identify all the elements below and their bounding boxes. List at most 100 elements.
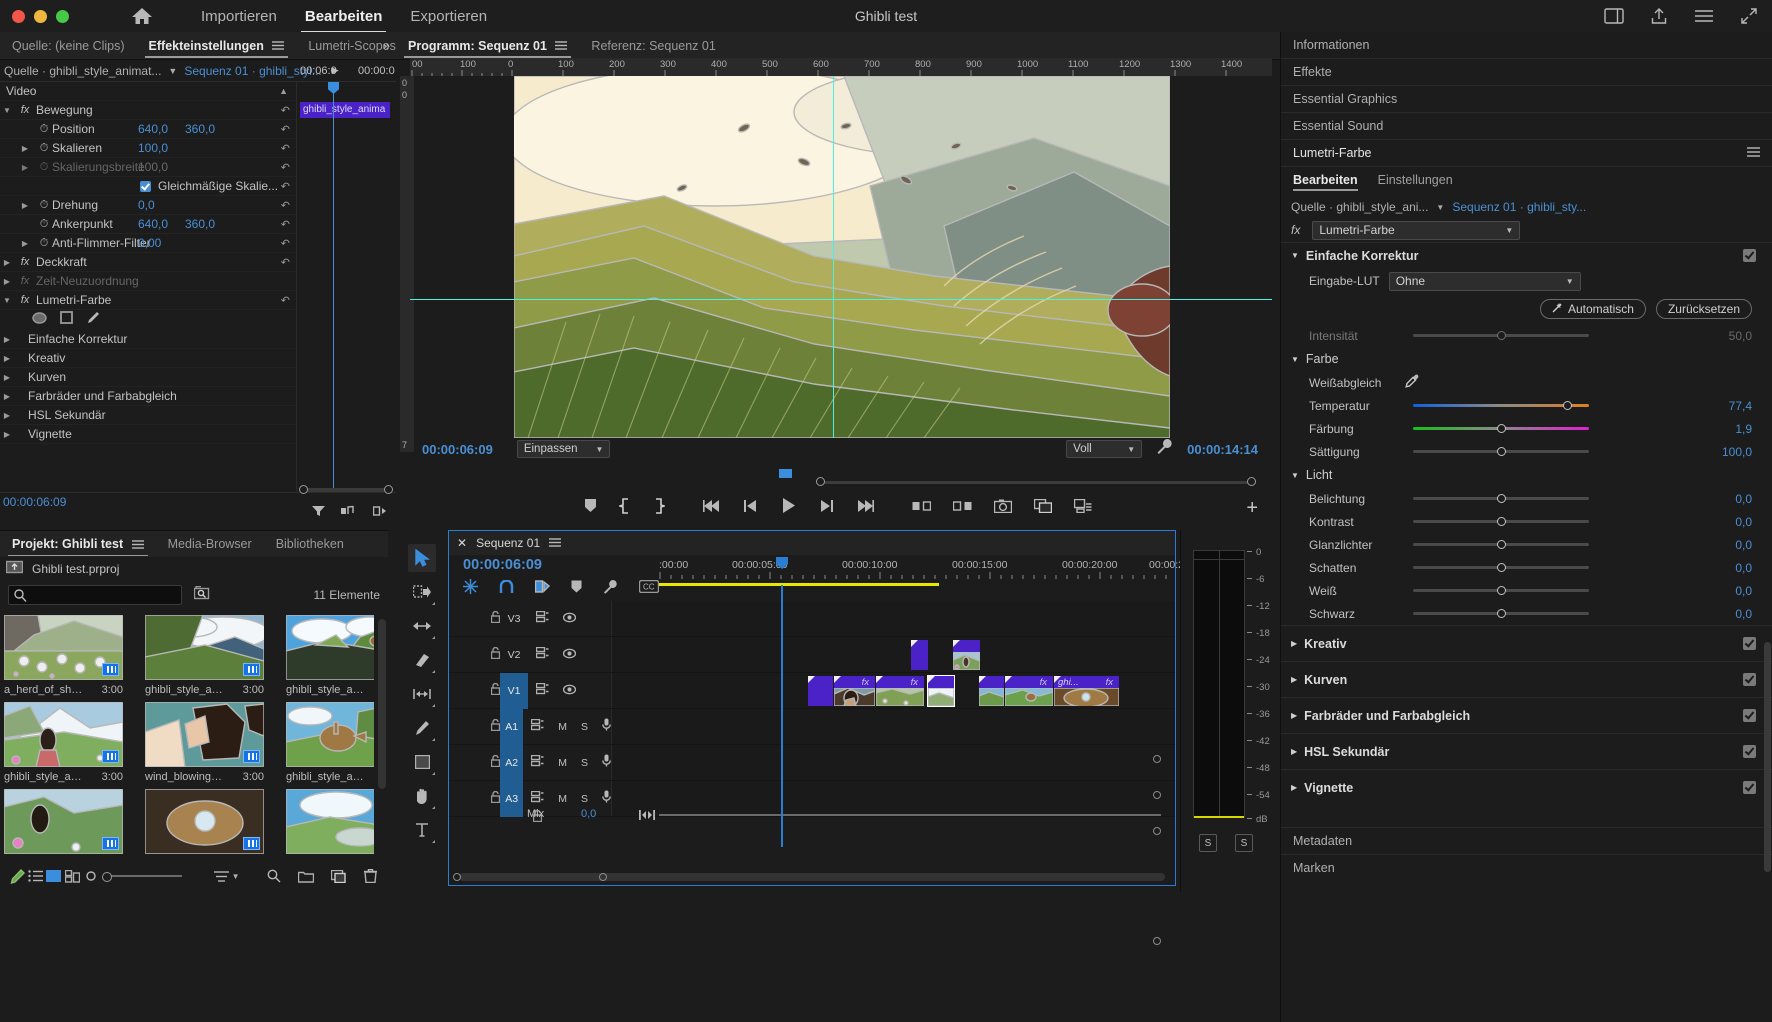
lock-icon[interactable]	[490, 610, 501, 628]
track-v2[interactable]: V2	[449, 637, 1175, 673]
tab-program-sequence[interactable]: Programm: Sequenz 01	[396, 32, 579, 60]
effect-controls-tabbar[interactable]: Quelle: (keine Clips) Effekteinstellunge…	[0, 32, 446, 60]
reset-icon[interactable]: ↶	[281, 199, 290, 212]
wrench-icon[interactable]	[1156, 438, 1173, 460]
project-item[interactable]: ghibli_style_animat... 3:00	[286, 702, 374, 783]
step-back-icon[interactable]	[742, 499, 758, 518]
blacks-value[interactable]: 0,0	[1735, 607, 1752, 621]
timeline-tab[interactable]: ✕ Sequenz 01	[449, 531, 1175, 555]
zoom-level-select[interactable]: Einpassen ▼	[516, 440, 611, 458]
param-value[interactable]: 0,00	[138, 236, 161, 250]
lumetri-sub-hsl[interactable]: ▶ HSL Sekundär	[0, 406, 296, 425]
reset-icon[interactable]: ↶	[281, 104, 290, 117]
twisty-open-icon[interactable]: ▼	[1291, 251, 1299, 260]
param-faerbung[interactable]: Färbung 1,9	[1281, 417, 1772, 440]
track-v1[interactable]: V1 fx fx fx ghi... fx	[449, 672, 1175, 709]
param-value-x[interactable]: 640,0	[138, 122, 168, 136]
nav-import[interactable]: Importieren	[187, 3, 291, 30]
twisty-closed-icon[interactable]: ▶	[0, 354, 14, 363]
twisty-closed-icon[interactable]: ▶	[0, 373, 14, 382]
tab-reference-monitor[interactable]: Referenz: Sequenz 01	[579, 32, 727, 60]
fullscreen-icon[interactable]	[1740, 7, 1758, 25]
timeline-clip[interactable]: ghi... fx	[1054, 676, 1119, 706]
thumbnail[interactable]	[4, 702, 123, 767]
accordion-informationen[interactable]: Informationen	[1281, 32, 1772, 59]
lumetri-sub-kurven[interactable]: ▶ Kurven	[0, 368, 296, 387]
snap-toggle-icon[interactable]	[463, 579, 478, 599]
param-position[interactable]: ⏱ Position 640,0 360,0 ↶	[0, 120, 296, 139]
tab-libraries[interactable]: Bibliotheken	[264, 530, 356, 558]
mark-out-icon[interactable]	[653, 497, 667, 519]
accordion-lumetri-farbe[interactable]: Lumetri-Farbe	[1281, 140, 1772, 167]
project-thumbnail-grid[interactable]: a_herd_of_sheep_gr... 3:00	[4, 615, 374, 854]
stopwatch-icon[interactable]: ⏱	[36, 123, 52, 136]
magnet-icon[interactable]	[499, 578, 514, 599]
thumbnail[interactable]	[145, 702, 264, 767]
param-uniform-scale[interactable]: Gleichmäßige Skalie... ↶	[0, 177, 296, 196]
solo-icon[interactable]: S	[581, 793, 588, 805]
lumetri-sub-kreativ[interactable]: ▶ Kreativ	[0, 349, 296, 368]
project-item[interactable]: wind_blowing_in_ha... 3:00	[145, 702, 264, 783]
param-skalieren[interactable]: ▶ ⏱ Skalieren 100,0 ↶	[0, 139, 296, 158]
project-item[interactable]	[4, 789, 123, 854]
rolling-edit-icon[interactable]	[408, 680, 436, 708]
nav-export[interactable]: Exportieren	[396, 3, 501, 30]
search-input[interactable]	[31, 586, 176, 604]
lift-icon[interactable]	[912, 499, 932, 518]
thumbnail[interactable]	[4, 615, 123, 680]
linked-selection-icon[interactable]	[534, 579, 551, 599]
mix-value[interactable]: 0,0	[581, 808, 596, 820]
monitor-scrub-bar[interactable]	[816, 477, 1256, 486]
whites-slider[interactable]	[1413, 586, 1589, 595]
close-icon[interactable]: ✕	[457, 536, 467, 550]
track-header[interactable]: A1 M S	[449, 708, 611, 745]
menu-icon[interactable]	[1694, 9, 1714, 23]
track-a1[interactable]: A1 M S	[449, 708, 1175, 745]
reset-icon[interactable]: ↶	[281, 218, 290, 231]
delete-icon[interactable]	[362, 869, 380, 883]
section-checkbox[interactable]	[1743, 781, 1756, 794]
project-scrollbar[interactable]	[378, 619, 386, 789]
effect-group-bewegung[interactable]: ▼ fx Bewegung ↶	[0, 101, 296, 120]
captions-icon[interactable]: CC	[638, 579, 660, 598]
voiceover-icon[interactable]	[602, 754, 611, 772]
solo-button-left[interactable]: S	[1199, 834, 1217, 852]
twisty-closed-icon[interactable]: ▶	[1291, 711, 1297, 720]
monitor-duration-timecode[interactable]: 00:00:14:14	[1187, 442, 1258, 457]
rectangle-mask-icon[interactable]	[60, 311, 73, 329]
tab-source[interactable]: Quelle: (keine Clips)	[0, 32, 137, 60]
tab-einstellungen[interactable]: Einstellungen	[1378, 173, 1453, 191]
track-clip-area[interactable]	[611, 637, 1175, 672]
thumbnail[interactable]	[286, 789, 374, 854]
track-a2[interactable]: A2 M S	[449, 744, 1175, 781]
param-anti-flicker[interactable]: ▶ ⏱ Anti-Flimmer-Filter 0,00 ↶	[0, 234, 296, 253]
mute-icon[interactable]: M	[558, 757, 567, 769]
rectangle-tool-icon[interactable]	[408, 748, 436, 776]
exposure-value[interactable]: 0,0	[1735, 492, 1752, 506]
track-name[interactable]: V1	[500, 672, 528, 709]
auto-reset-row[interactable]: Automatisch Zurücksetzen	[1281, 294, 1772, 324]
solo-icon[interactable]: S	[581, 721, 588, 733]
extract-icon[interactable]	[952, 499, 972, 518]
right-panel-scrollbar[interactable]	[1764, 642, 1771, 872]
audio-solo-buttons[interactable]: S S	[1199, 834, 1253, 852]
temperature-value[interactable]: 77,4	[1729, 399, 1752, 413]
type-tool-icon[interactable]	[408, 816, 436, 844]
param-glanzlichter[interactable]: Glanzlichter 0,0	[1281, 533, 1772, 556]
project-footer-toolbar[interactable]: ▼	[0, 860, 388, 892]
timeline-horizontal-scrollbar[interactable]	[453, 873, 1165, 881]
twisty-closed-icon[interactable]: ▶	[22, 201, 28, 210]
project-item[interactable]	[286, 789, 374, 854]
track-clip-area[interactable]	[611, 709, 1175, 744]
track-clip-area[interactable]	[611, 745, 1175, 780]
project-item[interactable]	[145, 789, 264, 854]
sync-lock-icon[interactable]	[535, 646, 549, 664]
timeline-mix-row[interactable]: Mix 0,0	[449, 805, 1175, 827]
find-icon[interactable]	[193, 585, 210, 605]
section-checkbox[interactable]	[1743, 709, 1756, 722]
twisty-closed-icon[interactable]: ▶	[0, 430, 14, 439]
sync-lock-icon[interactable]	[531, 718, 544, 736]
close-window-button[interactable]	[12, 9, 25, 23]
reset-icon[interactable]: ↶	[281, 142, 290, 155]
timeline-work-area[interactable]	[659, 583, 939, 586]
